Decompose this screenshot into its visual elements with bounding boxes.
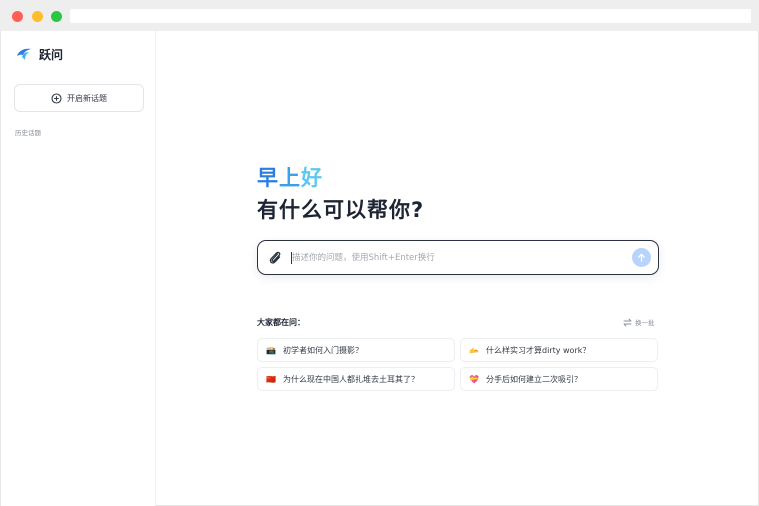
refresh-label: 换一批 [635, 319, 655, 327]
greeting-part-1: 早 [257, 166, 279, 190]
new-topic-button[interactable]: 开启新话题 [14, 84, 144, 112]
question-input-box [257, 240, 659, 275]
suggestion-card[interactable]: 💝 分手后如何建立二次吸引？ [460, 367, 658, 391]
suggestion-card[interactable]: 📸 初学者如何入门摄影？ [257, 338, 455, 362]
sidebar: 跃问 开启新话题 历史话题 [1, 31, 156, 506]
heart-gift-icon: 💝 [469, 374, 479, 384]
app-window: 跃问 开启新话题 历史话题 早上好 有什么可以帮你? 描述你的问题，使用Shif… [0, 31, 759, 506]
suggestion-text: 什么样实习才算dirty work？ [486, 345, 591, 355]
suggestion-text: 分手后如何建立二次吸引？ [486, 374, 582, 384]
refresh-suggestions-button[interactable]: 换一批 [623, 317, 655, 327]
send-button[interactable] [632, 248, 651, 267]
main-panel: 早上好 有什么可以帮你? 大家都在问： 换一批 📸 初学者如何入门摄影？ [157, 31, 759, 506]
greeting: 早上好 [257, 162, 323, 192]
plus-circle-icon [51, 92, 62, 104]
brand[interactable]: 跃问 [16, 45, 63, 63]
help-question: 有什么可以帮你? [257, 198, 425, 222]
browser-titlebar [0, 0, 759, 31]
suggestion-text: 为什么现在中国人都扎堆去土耳其了？ [283, 374, 419, 384]
suggestion-card[interactable]: 🇨🇳 为什么现在中国人都扎堆去土耳其了？ [257, 367, 455, 391]
suggestion-card[interactable]: 🫴 什么样实习才算dirty work？ [460, 338, 658, 362]
question-input[interactable] [292, 248, 622, 268]
close-window-button[interactable] [12, 11, 23, 22]
arrow-up-icon [638, 253, 645, 262]
new-topic-label: 开启新话题 [67, 93, 107, 103]
greeting-part-3: 好 [301, 166, 323, 190]
minimize-window-button[interactable] [32, 11, 43, 22]
china-flag-icon: 🇨🇳 [266, 374, 276, 384]
camera-icon: 📸 [266, 345, 276, 355]
address-bar[interactable] [70, 9, 751, 23]
greeting-part-2: 上 [279, 166, 301, 190]
dolphin-logo-icon [17, 48, 31, 60]
maximize-window-button[interactable] [51, 11, 62, 22]
hand-icon: 🫴 [469, 345, 479, 355]
suggestions-title: 大家都在问： [257, 318, 305, 327]
history-label: 历史话题 [15, 129, 41, 137]
paperclip-icon[interactable] [268, 250, 282, 266]
brand-name: 跃问 [39, 47, 64, 62]
suggestion-text: 初学者如何入门摄影？ [283, 345, 363, 355]
swap-icon [623, 318, 632, 326]
